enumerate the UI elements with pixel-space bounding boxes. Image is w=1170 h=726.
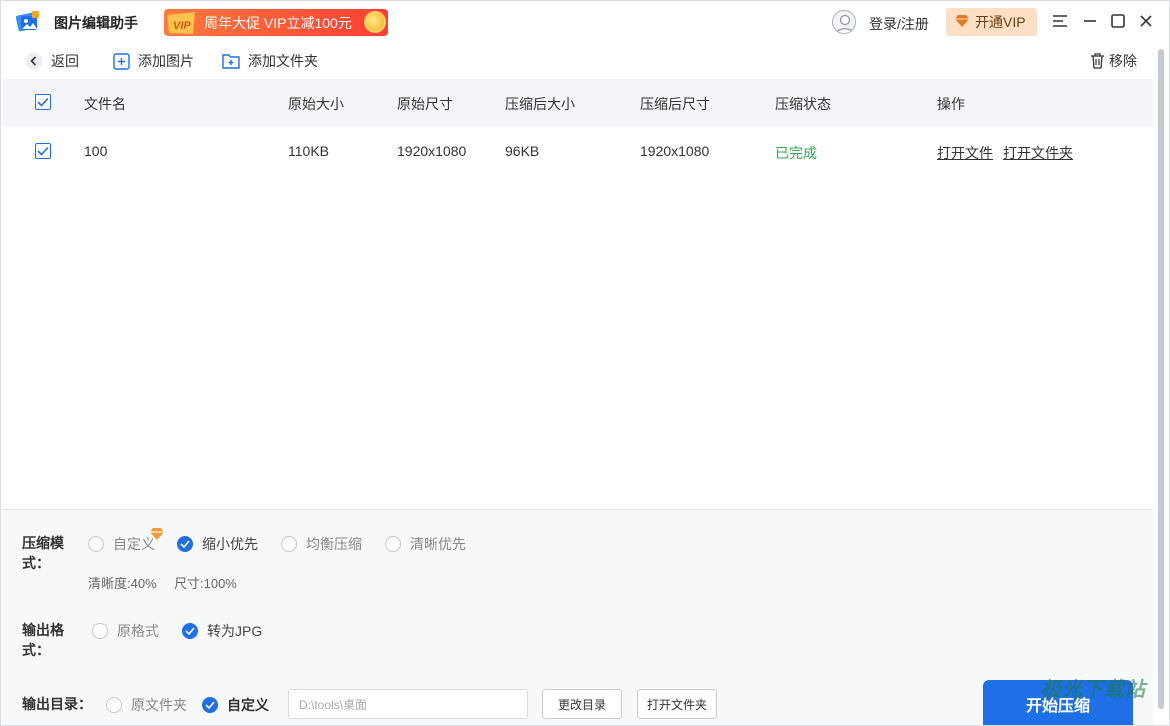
toolbar: 返回 添加图片 添加文件夹 移除 (1, 43, 1169, 77)
cell-comp-dim: 1920x1080 (640, 143, 710, 159)
open-vip-button[interactable]: 开通VIP (946, 8, 1037, 36)
mode-option-custom[interactable]: 自定义 (88, 534, 155, 554)
svg-text:VIP: VIP (173, 20, 191, 32)
menu-icon[interactable] (1051, 12, 1069, 30)
size-value: 尺寸:100% (174, 576, 237, 591)
trash-icon (1088, 52, 1106, 70)
scrollbar[interactable] (1158, 49, 1164, 709)
dir-option-original-label: 原文件夹 (131, 697, 187, 713)
add-image-label: 添加图片 (138, 53, 194, 69)
output-path-field[interactable] (288, 689, 528, 719)
maximize-icon[interactable] (1109, 12, 1127, 30)
col-orig-size: 原始大小 (288, 96, 344, 112)
app-title: 图片编辑助手 (54, 15, 138, 31)
change-dir-button[interactable]: 更改目录 (542, 689, 622, 719)
radio-shrink[interactable] (177, 536, 193, 552)
dir-option-original[interactable]: 原文件夹 (106, 695, 187, 715)
format-option-original-label: 原格式 (117, 623, 159, 639)
title-bar: 图片编辑助手 VIP 周年大促 VIP立减100元 登录/注册 开通VIP (1, 1, 1169, 43)
coin-icon (364, 11, 386, 33)
col-filename: 文件名 (84, 96, 126, 112)
mode-option-balanced[interactable]: 均衡压缩 (281, 534, 362, 554)
table-row[interactable]: 100 110KB 1920x1080 96KB 1920x1080 已完成 打… (2, 128, 1153, 174)
clarity-value: 清晰度:40% (88, 576, 157, 591)
minimize-icon[interactable] (1081, 12, 1099, 30)
remove-button[interactable]: 移除 (1088, 51, 1137, 71)
mode-option-shrink[interactable]: 缩小优先 (177, 534, 258, 554)
app-logo-icon (15, 10, 41, 34)
cell-filename: 100 (84, 143, 108, 159)
format-option-jpg-label: 转为JPG (207, 623, 263, 639)
table-header: 文件名 原始大小 原始尺寸 压缩后大小 压缩后尺寸 压缩状态 操作 (2, 79, 1153, 127)
col-orig-dim: 原始尺寸 (397, 96, 453, 112)
col-comp-size: 压缩后大小 (505, 96, 575, 112)
app-window: 图片编辑助手 VIP 周年大促 VIP立减100元 登录/注册 开通VIP 返回… (0, 0, 1170, 726)
mode-option-shrink-label: 缩小优先 (202, 536, 258, 552)
output-dir-label: 输出目录： (22, 696, 92, 712)
add-image-icon (112, 52, 130, 70)
output-format-label: 输出格式： (22, 622, 64, 658)
cell-orig-size: 110KB (288, 143, 329, 159)
mode-option-clarity[interactable]: 清晰优先 (385, 534, 466, 554)
select-all-checkbox[interactable] (35, 94, 51, 110)
dir-option-custom[interactable]: 自定义 (202, 695, 269, 715)
watermark-logo: 极光下载站 (1041, 679, 1146, 701)
mode-option-balanced-label: 均衡压缩 (306, 536, 362, 552)
back-icon (25, 52, 43, 70)
format-option-jpg[interactable]: 转为JPG (182, 621, 262, 641)
vip-crown-icon (148, 527, 166, 544)
promo-text: 周年大促 VIP立减100元 (204, 14, 352, 31)
add-folder-button[interactable]: 添加文件夹 (222, 51, 318, 71)
open-folder-button[interactable]: 打开文件夹 (637, 689, 717, 719)
radio-balanced[interactable] (281, 536, 297, 552)
vip-badge-icon: VIP (164, 9, 198, 36)
cell-comp-size: 96KB (505, 143, 540, 159)
dir-option-custom-label: 自定义 (227, 697, 269, 713)
add-folder-icon (222, 52, 240, 70)
open-vip-label: 开通VIP (975, 14, 1026, 30)
remove-label: 移除 (1109, 53, 1137, 69)
add-image-button[interactable]: 添加图片 (112, 51, 194, 71)
login-link[interactable]: 登录/注册 (869, 14, 929, 34)
mode-option-clarity-label: 清晰优先 (410, 536, 466, 552)
close-icon[interactable] (1137, 12, 1155, 30)
row-checkbox[interactable] (35, 143, 51, 159)
back-button[interactable]: 返回 (25, 51, 79, 71)
col-comp-dim: 压缩后尺寸 (640, 96, 710, 112)
radio-original-format[interactable] (92, 623, 108, 639)
settings-panel: 压缩模式： 自定义 缩小优先 均衡压缩 清晰优先 清晰度:40% 尺寸:100%… (2, 509, 1153, 725)
radio-custom-folder[interactable] (202, 697, 218, 713)
format-option-original[interactable]: 原格式 (92, 621, 159, 641)
radio-original-folder[interactable] (106, 697, 122, 713)
open-folder-link[interactable]: 打开文件夹 (1003, 143, 1073, 163)
radio-custom[interactable] (88, 536, 104, 552)
add-folder-label: 添加文件夹 (248, 53, 318, 69)
col-actions: 操作 (937, 96, 965, 112)
col-status: 压缩状态 (775, 96, 831, 112)
compression-mode-label: 压缩模式： (22, 535, 64, 571)
radio-clarity[interactable] (385, 536, 401, 552)
back-label: 返回 (51, 53, 79, 69)
diamond-icon (954, 14, 970, 31)
cell-orig-dim: 1920x1080 (397, 143, 467, 159)
radio-jpg[interactable] (182, 623, 198, 639)
avatar[interactable] (832, 10, 856, 34)
promo-banner[interactable]: VIP 周年大促 VIP立减100元 (164, 9, 388, 36)
status-badge: 已完成 (775, 145, 817, 161)
open-file-link[interactable]: 打开文件 (937, 143, 993, 163)
